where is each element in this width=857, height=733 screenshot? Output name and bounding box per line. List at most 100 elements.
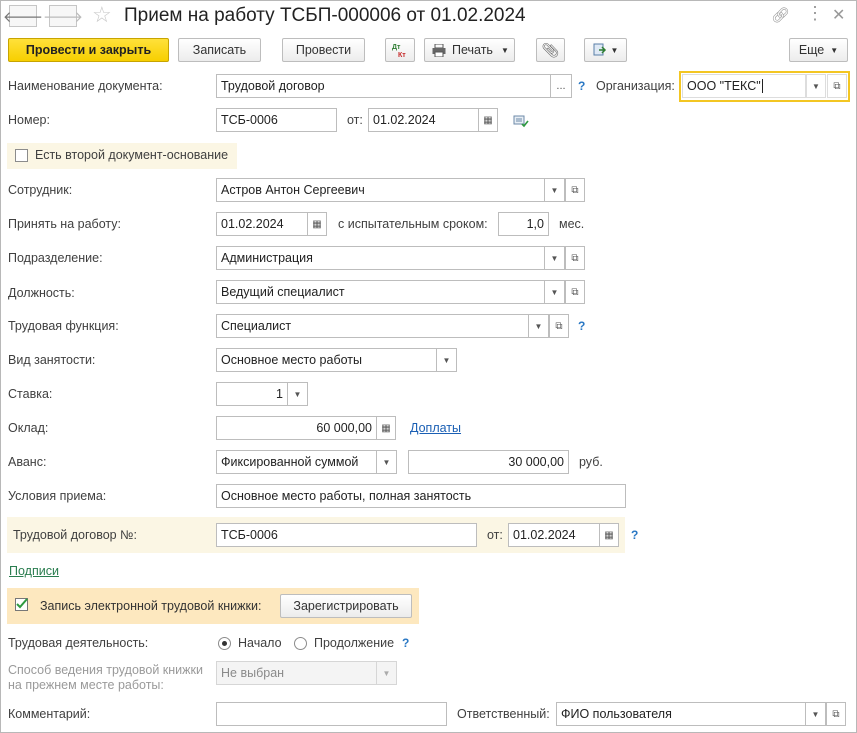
more-button[interactable]: Еще ▼: [789, 38, 848, 62]
text-cursor: [761, 79, 763, 93]
advance-type-dropdown-button[interactable]: ▼: [377, 450, 397, 474]
window-title: Прием на работу ТСБП-000006 от 01.02.202…: [124, 5, 526, 26]
dept-dropdown-button[interactable]: ▼: [545, 246, 565, 270]
salary-calculator-button[interactable]: ▦: [376, 416, 396, 440]
doc-name-label: Наименование документа:: [8, 79, 163, 93]
advance-type-field[interactable]: Фиксированной суммой: [216, 450, 377, 474]
advance-amount-field[interactable]: 30 000,00: [408, 450, 569, 474]
create-based-on-button[interactable]: ▼: [584, 38, 627, 62]
help-icon[interactable]: ?: [578, 319, 585, 333]
dept-field[interactable]: Администрация: [216, 246, 545, 270]
favorite-star-icon[interactable]: ☆: [92, 2, 112, 28]
doc-name-select-button[interactable]: ...: [550, 74, 572, 98]
open-icon: ⧉: [571, 286, 579, 298]
book-method-field: Не выбран: [216, 661, 377, 685]
employee-field[interactable]: Астров Антон Сергеевич: [216, 178, 545, 202]
history-icon[interactable]: [513, 114, 529, 131]
activity-label: Трудовая деятельность:: [8, 636, 149, 650]
comment-field[interactable]: [216, 702, 447, 726]
contract-calendar-button[interactable]: ▦: [599, 523, 619, 547]
salary-field[interactable]: 60 000,00: [216, 416, 377, 440]
second-doc-label: Есть второй документ-основание: [35, 148, 229, 162]
salary-label: Оклад:: [8, 421, 49, 435]
responsible-open-button[interactable]: ⧉: [826, 702, 846, 726]
function-dropdown-button[interactable]: ▼: [529, 314, 549, 338]
function-open-button[interactable]: ⧉: [549, 314, 569, 338]
more-menu-icon[interactable]: ⋮: [806, 3, 824, 24]
etk-checkbox[interactable]: [15, 598, 28, 611]
post-and-close-button[interactable]: Провести и закрыть: [8, 38, 169, 62]
book-method-dropdown-button: ▼: [377, 661, 397, 685]
employment-dropdown-button[interactable]: ▼: [437, 348, 457, 372]
date-field[interactable]: 01.02.2024: [368, 108, 479, 132]
help-icon[interactable]: ?: [631, 528, 638, 542]
second-doc-checkbox[interactable]: [15, 149, 28, 162]
chevron-down-icon: ▼: [550, 287, 559, 297]
employment-field[interactable]: Основное место работы: [216, 348, 437, 372]
forward-button[interactable]: 🡒: [43, 5, 83, 27]
print-button[interactable]: Печать ▼: [424, 38, 515, 62]
number-label: Номер:: [8, 113, 50, 127]
rate-dropdown-button[interactable]: ▼: [288, 382, 308, 406]
conditions-field[interactable]: Основное место работы, полная занятость: [216, 484, 626, 508]
doc-name-field[interactable]: Трудовой договор: [216, 74, 551, 98]
probation-unit: мес.: [559, 217, 585, 231]
calculator-icon: ▦: [381, 422, 391, 434]
register-button[interactable]: Зарегистрировать: [280, 594, 412, 618]
number-field[interactable]: ТСБ-0006: [216, 108, 337, 132]
calendar-icon: ▦: [312, 218, 322, 230]
employee-open-button[interactable]: ⧉: [565, 178, 585, 202]
hire-date-field[interactable]: 01.02.2024: [216, 212, 308, 236]
print-label: Печать: [452, 43, 493, 57]
probation-label: с испытательным сроком:: [338, 217, 488, 231]
chevron-down-icon: ▼: [534, 321, 543, 331]
attach-button[interactable]: 📎︎: [536, 38, 565, 62]
help-icon[interactable]: ?: [402, 636, 409, 650]
calendar-icon: ▦: [483, 114, 493, 126]
dept-open-button[interactable]: ⧉: [565, 246, 585, 270]
post-button[interactable]: Провести: [282, 38, 365, 62]
contract-from-label: от:: [487, 528, 503, 542]
responsible-field[interactable]: ФИО пользователя: [556, 702, 806, 726]
chevron-down-icon: ▼: [830, 45, 839, 55]
chevron-down-icon: ▼: [293, 389, 302, 399]
radio-continue-label: Продолжение: [314, 636, 395, 650]
save-button[interactable]: Записать: [178, 38, 261, 62]
hire-label: Принять на работу:: [8, 217, 121, 231]
date-calendar-button[interactable]: ▦: [478, 108, 498, 132]
rate-field[interactable]: 1: [216, 382, 288, 406]
function-field[interactable]: Специалист: [216, 314, 529, 338]
chevron-down-icon: ▼: [550, 185, 559, 195]
chevron-down-icon: ▼: [382, 668, 391, 678]
hire-calendar-button[interactable]: ▦: [307, 212, 327, 236]
employment-label: Вид занятости:: [8, 353, 96, 367]
link-icon[interactable]: 🔗︎: [771, 6, 790, 24]
position-field[interactable]: Ведущий специалист: [216, 280, 545, 304]
comment-label: Комментарий:: [8, 707, 91, 721]
org-dropdown-button[interactable]: ▼: [806, 74, 826, 98]
radio-continue[interactable]: [294, 637, 307, 650]
function-label: Трудовая функция:: [8, 319, 119, 333]
position-dropdown-button[interactable]: ▼: [545, 280, 565, 304]
responsible-dropdown-button[interactable]: ▼: [806, 702, 826, 726]
employee-label: Сотрудник:: [8, 183, 73, 197]
chevron-down-icon: ▼: [442, 355, 451, 365]
signatures-link[interactable]: Подписи: [9, 564, 59, 578]
help-icon[interactable]: ?: [578, 79, 585, 93]
org-open-button[interactable]: ⧉: [827, 74, 847, 98]
radio-start[interactable]: [218, 637, 231, 650]
back-button[interactable]: 🡐: [3, 5, 43, 27]
org-field[interactable]: ООО "ТЕКС": [682, 74, 806, 98]
chevron-down-icon: ▼: [500, 45, 509, 55]
printer-icon: [432, 43, 446, 57]
position-open-button[interactable]: ⧉: [565, 280, 585, 304]
open-icon: ⧉: [571, 252, 579, 264]
rate-label: Ставка:: [8, 387, 53, 401]
probation-field[interactable]: 1,0: [498, 212, 549, 236]
allowances-link[interactable]: Доплаты: [410, 421, 461, 435]
dt-kt-button[interactable]: Дт Кт: [385, 38, 415, 62]
contract-number-field[interactable]: ТСБ-0006: [216, 523, 477, 547]
employee-dropdown-button[interactable]: ▼: [545, 178, 565, 202]
contract-date-field[interactable]: 01.02.2024: [508, 523, 600, 547]
close-icon[interactable]: ✕: [832, 5, 845, 25]
